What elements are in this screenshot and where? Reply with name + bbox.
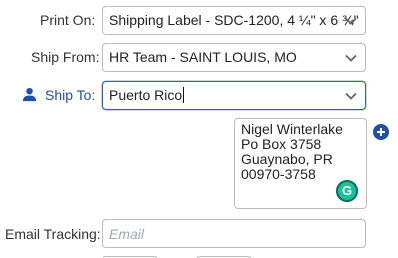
address-textarea[interactable]: Nigel Winterlake Po Box 3758 Guaynabo, P…: [234, 118, 367, 209]
print-on-value: Shipping Label - SDC-1200, 4 ¼" x 6 ¾": [109, 12, 359, 28]
add-address-button[interactable]: [373, 124, 389, 140]
address-line: Nigel Winterlake: [241, 121, 343, 137]
ship-from-label: Ship From:: [31, 49, 100, 65]
address-line: Guaynabo, PR: [241, 151, 333, 167]
person-icon: [22, 87, 37, 102]
ship-to-label: Ship To:: [45, 87, 96, 103]
text-caret: [183, 87, 185, 104]
ship-to-input[interactable]: Puerto Rico: [102, 81, 366, 110]
email-tracking-label: Email Tracking:: [5, 226, 101, 242]
address-line: Po Box 3758: [241, 136, 322, 152]
ship-to-value: Puerto Rico: [109, 87, 183, 103]
print-on-select[interactable]: Shipping Label - SDC-1200, 4 ¼" x 6 ¾": [102, 6, 366, 35]
ship-from-select[interactable]: HR Team - SAINT LOUIS, MO: [102, 43, 366, 72]
chevron-down-icon: [345, 17, 357, 25]
chevron-down-icon: [345, 54, 357, 62]
grammarly-icon[interactable]: G: [336, 180, 358, 202]
email-field[interactable]: [102, 219, 366, 248]
print-on-label: Print On:: [40, 12, 96, 28]
ship-from-value: HR Team - SAINT LOUIS, MO: [109, 49, 297, 65]
shipping-form: Print On: Shipping Label - SDC-1200, 4 ¼…: [0, 0, 398, 258]
chevron-down-icon: [345, 92, 357, 100]
